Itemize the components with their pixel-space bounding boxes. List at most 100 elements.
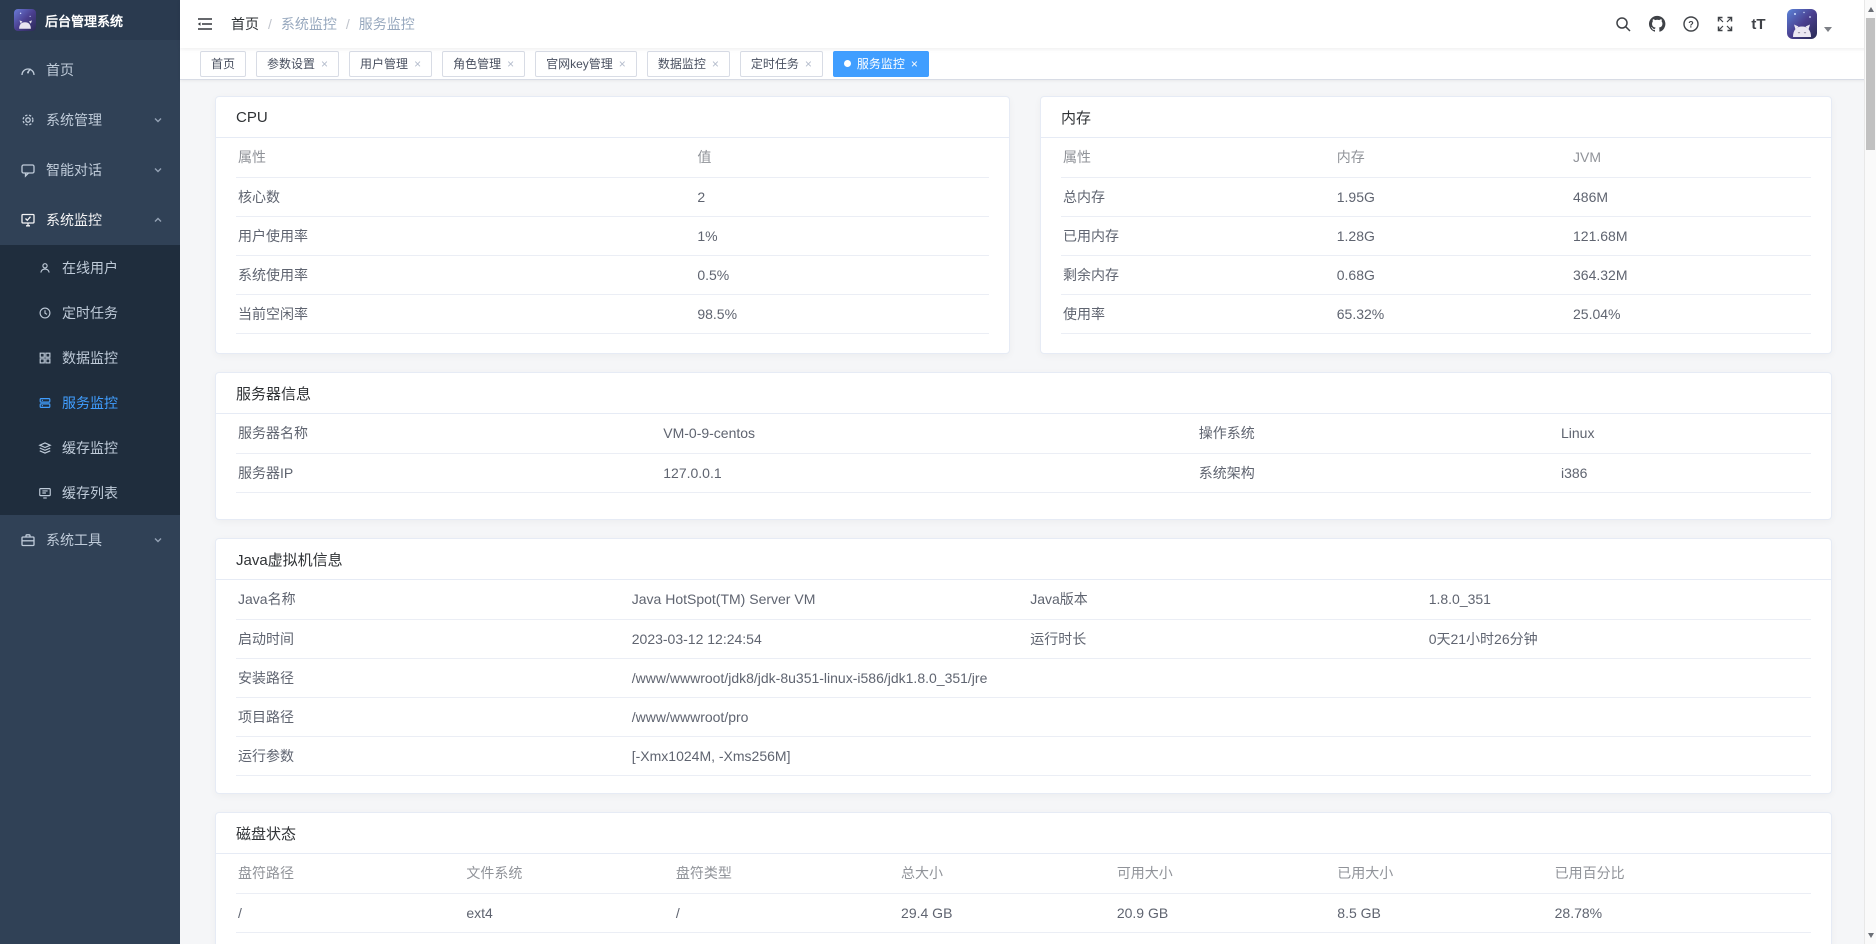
sidebar-item-label: 数据监控	[62, 348, 164, 368]
breadcrumb-item-system-monitor: 系统监控	[281, 14, 337, 34]
jvm-info-card-title: Java虚拟机信息	[216, 539, 1831, 580]
sidebar-item-label: 系统管理	[46, 110, 152, 130]
sidebar-item-label: 首页	[46, 60, 164, 80]
chevron-down-icon	[152, 114, 164, 126]
logo-image-icon	[14, 9, 36, 31]
cpu-table: 属性 值 核心数2用户使用率1%系统使用率0.5%当前空闲率98.5%	[236, 138, 989, 334]
tab-parameter-settings[interactable]: 参数设置×	[256, 51, 339, 77]
table-row: 启动时间2023-03-12 12:24:54运行时长0天21小时26分钟	[236, 619, 1811, 658]
online-user-icon	[38, 261, 52, 275]
sidebar-item-smart-chat[interactable]: 智能对话	[0, 145, 180, 195]
table-row: 系统使用率0.5%	[236, 255, 989, 294]
grid-icon	[38, 351, 52, 365]
sidebar-item-cache-list[interactable]: 缓存列表	[0, 470, 180, 515]
column-header: 属性	[1061, 138, 1335, 177]
column-header: 已用大小	[1335, 854, 1552, 893]
clock-icon	[38, 306, 52, 320]
close-icon[interactable]: ×	[911, 58, 918, 70]
sidebar-item-data-monitor[interactable]: 数据监控	[0, 335, 180, 380]
close-icon[interactable]: ×	[321, 58, 328, 70]
sidebar-item-label: 系统监控	[46, 210, 152, 230]
sidebar-item-scheduled-tasks[interactable]: 定时任务	[0, 290, 180, 335]
cpu-card: CPU 属性 值 核心数2用户使用率1%系统使用率0.5%当前空闲率98.5%	[215, 96, 1010, 354]
column-header: 已用百分比	[1553, 854, 1811, 893]
scrollbar-thumb[interactable]	[1866, 18, 1875, 150]
sidebar-item-label: 在线用户	[62, 258, 164, 278]
server-info-table: 服务器名称VM-0-9-centos操作系统Linux服务器IP127.0.0.…	[236, 414, 1811, 493]
table-row: 运行参数[-Xmx1024M, -Xms256M]	[236, 736, 1811, 775]
sidebar-item-service-monitor[interactable]: 服务监控	[0, 380, 180, 425]
table-row: 安装路径/www/wwwroot/jdk8/jdk-8u351-linux-i5…	[236, 658, 1811, 697]
avatar	[1787, 9, 1817, 39]
table-row: 项目路径/www/wwwroot/pro	[236, 697, 1811, 736]
navbar-actions: ? tT	[1613, 9, 1846, 39]
gear-icon	[20, 112, 36, 128]
search-icon[interactable]	[1613, 15, 1632, 34]
chevron-down-icon	[152, 164, 164, 176]
table-row: 已用内存1.28G121.68M	[1061, 216, 1811, 255]
page-content: CPU 属性 值 核心数2用户使用率1%系统使用率0.5%当前空闲率98.5%	[180, 80, 1876, 944]
breadcrumb-item-service-monitor: 服务监控	[359, 14, 415, 34]
sidebar-item-online-users[interactable]: 在线用户	[0, 245, 180, 290]
breadcrumb-item-home[interactable]: 首页	[231, 14, 259, 34]
tab-data-monitor[interactable]: 数据监控×	[647, 51, 730, 77]
sidebar-item-system-management[interactable]: 系统管理	[0, 95, 180, 145]
tab-role-management[interactable]: 角色管理×	[442, 51, 525, 77]
toolbox-icon	[20, 532, 36, 548]
caret-down-icon	[1824, 27, 1832, 32]
github-icon[interactable]	[1647, 15, 1666, 34]
svg-text:?: ?	[1688, 20, 1694, 30]
close-icon[interactable]: ×	[507, 58, 514, 70]
sidebar: 后台管理系统 首页 系统管理 智能对话 系统监控	[0, 0, 180, 944]
column-header: 可用大小	[1115, 854, 1335, 893]
dashboard-icon	[20, 62, 36, 78]
main-area: 首页 / 系统监控 / 服务监控 ? tT 首	[180, 0, 1876, 944]
close-icon[interactable]: ×	[414, 58, 421, 70]
monitor-icon	[20, 212, 36, 228]
tab-home[interactable]: 首页	[200, 51, 246, 77]
vertical-scrollbar[interactable]	[1864, 0, 1876, 944]
tab-scheduled-tasks[interactable]: 定时任务×	[740, 51, 823, 77]
scroll-up-arrow-icon[interactable]	[1865, 2, 1876, 16]
sidebar-toggle-hamburger-icon[interactable]	[195, 14, 215, 34]
scroll-down-arrow-icon[interactable]	[1865, 928, 1876, 942]
tab-user-management[interactable]: 用户管理×	[349, 51, 432, 77]
sidebar-item-system-monitor[interactable]: 系统监控	[0, 195, 180, 245]
column-header: 盘符路径	[236, 854, 464, 893]
fullscreen-icon[interactable]	[1715, 15, 1734, 34]
sidebar-item-label: 系统工具	[46, 530, 152, 550]
table-row: 剩余内存0.68G364.32M	[1061, 255, 1811, 294]
close-icon[interactable]: ×	[619, 58, 626, 70]
sidebar-item-cache-monitor[interactable]: 缓存监控	[0, 425, 180, 470]
sidebar-item-system-tools[interactable]: 系统工具	[0, 515, 180, 565]
cache-list-icon	[38, 486, 52, 500]
table-header-row: 盘符路径 文件系统 盘符类型 总大小 可用大小 已用大小 已用百分比	[236, 854, 1811, 893]
tags-view-bar: 首页 参数设置× 用户管理× 角色管理× 官网key管理× 数据监控× 定时任务…	[180, 48, 1876, 80]
app-title: 后台管理系统	[45, 11, 123, 30]
user-menu[interactable]	[1787, 9, 1832, 39]
layers-icon	[38, 441, 52, 455]
tab-service-monitor[interactable]: 服务监控×	[833, 51, 929, 77]
top-navbar: 首页 / 系统监控 / 服务监控 ? tT	[180, 0, 1876, 48]
table-row: 当前空闲率98.5%	[236, 294, 989, 333]
sidebar-submenu-system-monitor: 在线用户 定时任务 数据监控 服务监控 缓存监控	[0, 245, 180, 515]
close-icon[interactable]: ×	[805, 58, 812, 70]
question-icon[interactable]: ?	[1681, 15, 1700, 34]
tab-key-management[interactable]: 官网key管理×	[535, 51, 637, 77]
memory-card: 内存 属性 内存 JVM 总内存1.95G486M已用内存1.28G121	[1040, 96, 1832, 354]
memory-table: 属性 内存 JVM 总内存1.95G486M已用内存1.28G121.68M剩余…	[1061, 138, 1811, 334]
table-row: 使用率65.32%25.04%	[1061, 294, 1811, 333]
column-header: 文件系统	[464, 854, 673, 893]
font-size-icon[interactable]: tT	[1749, 15, 1768, 34]
cpu-card-title: CPU	[216, 97, 1009, 138]
app-logo[interactable]: 后台管理系统	[0, 0, 180, 40]
sidebar-item-label: 缓存列表	[62, 483, 164, 503]
chat-icon	[20, 162, 36, 178]
server-icon	[38, 396, 52, 410]
server-info-card: 服务器信息 服务器名称VM-0-9-centos操作系统Linux服务器IP12…	[215, 372, 1832, 520]
sidebar-item-label: 缓存监控	[62, 438, 164, 458]
close-icon[interactable]: ×	[712, 58, 719, 70]
column-header: 总大小	[899, 854, 1115, 893]
table-row: 服务器名称VM-0-9-centos操作系统Linux	[236, 414, 1811, 453]
sidebar-item-home[interactable]: 首页	[0, 45, 180, 95]
